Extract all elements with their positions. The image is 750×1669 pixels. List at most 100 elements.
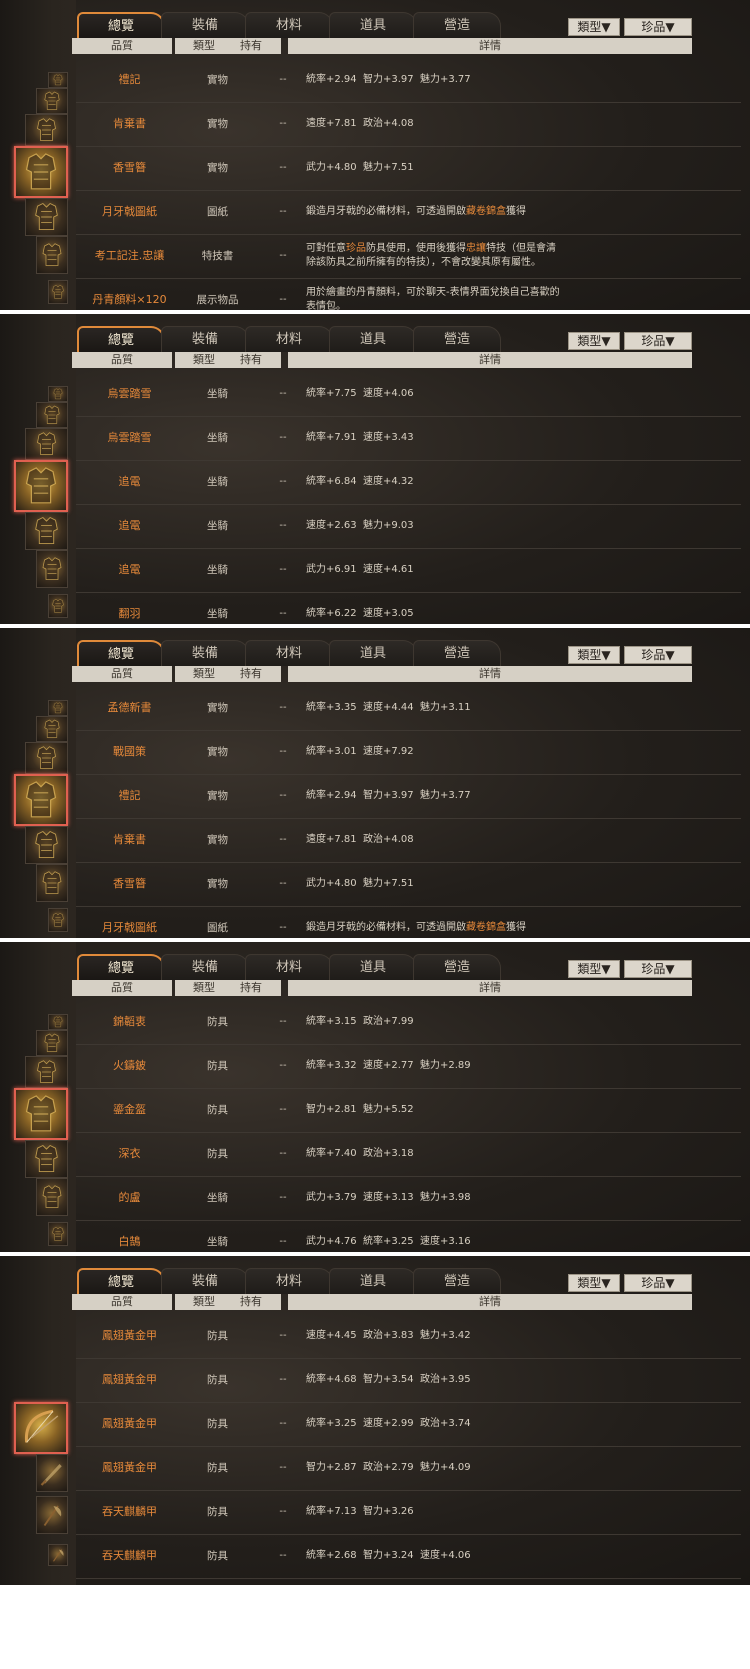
tab-materials[interactable]: 材料 [245, 954, 333, 980]
table-row[interactable]: 鳳翅黃金甲 防具 -- 統率+3.25 速度+2.99 政治+3.74 [76, 1401, 741, 1447]
table-row[interactable]: 禮記 實物 -- 統率+2.94 智力+3.97 魅力+3.77 [76, 57, 741, 103]
type-filter-dropdown[interactable]: 類型▼ [568, 18, 620, 36]
selected-item-thumbnail[interactable] [14, 1088, 68, 1140]
tab-items[interactable]: 道具 [329, 12, 417, 38]
item-thumbnail[interactable] [36, 550, 68, 588]
item-thumbnail[interactable] [25, 742, 68, 774]
item-thumbnail[interactable] [36, 236, 68, 274]
rarity-filter-dropdown[interactable]: 珍品▼ [624, 960, 692, 978]
tab-items[interactable]: 道具 [329, 954, 417, 980]
table-row[interactable]: 的盧 坐騎 -- 武力+3.79 速度+3.13 魅力+3.98 [76, 1175, 741, 1221]
rarity-filter-dropdown[interactable]: 珍品▼ [624, 1274, 692, 1292]
table-row[interactable]: 錦韜衷 防具 -- 統率+3.15 政治+7.99 [76, 999, 741, 1045]
column-header-quality[interactable]: 品質 [72, 980, 172, 996]
table-row[interactable]: 鳳翅黃金甲 防具 -- 智力+2.87 政治+2.79 魅力+4.09 [76, 1445, 741, 1491]
item-thumbnail[interactable] [48, 280, 68, 304]
tab-equipment[interactable]: 裝備 [161, 326, 249, 352]
table-row[interactable]: 鎏金盔 防具 -- 智力+2.81 魅力+5.52 [76, 1087, 741, 1133]
column-header-owned[interactable]: 持有 [221, 980, 281, 996]
item-thumbnail[interactable] [25, 1056, 68, 1088]
rarity-filter-dropdown[interactable]: 珍品▼ [624, 646, 692, 664]
column-header-quality[interactable]: 品質 [72, 352, 172, 368]
tab-materials[interactable]: 材料 [245, 640, 333, 666]
rarity-filter-dropdown[interactable]: 珍品▼ [624, 18, 692, 36]
column-header-quality[interactable]: 品質 [72, 38, 172, 54]
column-header-owned[interactable]: 持有 [221, 1294, 281, 1310]
type-filter-dropdown[interactable]: 類型▼ [568, 332, 620, 350]
item-thumbnail[interactable] [36, 88, 68, 114]
table-row[interactable]: 孟德新書 實物 -- 統率+3.35 速度+4.44 魅力+3.11 [76, 685, 741, 731]
rarity-filter-dropdown[interactable]: 珍品▼ [624, 332, 692, 350]
table-row[interactable]: 追電 坐騎 -- 統率+6.84 速度+4.32 [76, 459, 741, 505]
item-thumbnail[interactable] [36, 1030, 68, 1056]
tab-items[interactable]: 道具 [329, 326, 417, 352]
selected-item-thumbnail[interactable] [14, 146, 68, 198]
tab-equipment[interactable]: 裝備 [161, 1268, 249, 1294]
item-thumbnail[interactable] [36, 716, 68, 742]
tab-overview[interactable]: 總覽 [77, 640, 165, 666]
item-thumbnail[interactable] [48, 1014, 68, 1030]
item-thumbnail[interactable] [48, 594, 68, 618]
item-thumbnail[interactable] [48, 1544, 68, 1566]
column-header-quality[interactable]: 品質 [72, 1294, 172, 1310]
item-thumbnail[interactable] [25, 428, 68, 460]
item-thumbnail[interactable] [36, 1178, 68, 1216]
type-filter-dropdown[interactable]: 類型▼ [568, 960, 620, 978]
item-thumbnail[interactable] [25, 512, 68, 550]
table-row[interactable]: 鳳翅黃金甲 防具 -- 統率+4.68 智力+3.54 政治+3.95 [76, 1357, 741, 1403]
tab-construction[interactable]: 營造 [413, 954, 501, 980]
tab-overview[interactable]: 總覽 [77, 12, 165, 38]
tab-materials[interactable]: 材料 [245, 1268, 333, 1294]
column-header-owned[interactable]: 持有 [221, 352, 281, 368]
tab-items[interactable]: 道具 [329, 1268, 417, 1294]
item-thumbnail[interactable] [36, 1454, 68, 1492]
table-row[interactable]: 吞天麒麟甲 防具 -- 統率+2.68 智力+3.24 速度+4.06 [76, 1533, 741, 1579]
tab-overview[interactable]: 總覽 [77, 326, 165, 352]
tab-overview[interactable]: 總覽 [77, 954, 165, 980]
tab-equipment[interactable]: 裝備 [161, 954, 249, 980]
tab-equipment[interactable]: 裝備 [161, 12, 249, 38]
item-thumbnail[interactable] [48, 72, 68, 88]
table-row[interactable]: 烏雲踏雪 坐騎 -- 統率+7.75 速度+4.06 [76, 371, 741, 417]
table-row[interactable]: 肯棄書 實物 -- 遠度+7.81 政治+4.08 [76, 817, 741, 863]
table-row[interactable]: 香雪簪 實物 -- 武力+4.80 魅力+7.51 [76, 861, 741, 907]
table-row[interactable]: 鳳翅黃金甲 防具 -- 速度+4.45 政治+3.83 魅力+3.42 [76, 1313, 741, 1359]
selected-item-thumbnail[interactable] [14, 774, 68, 826]
table-row[interactable]: 月牙戟圖紙 圖紙 -- 鍛造月牙戟的必備材料，可透過開啟藏卷錦盒獲得 [76, 189, 741, 235]
tab-construction[interactable]: 營造 [413, 12, 501, 38]
column-header-owned[interactable]: 持有 [221, 666, 281, 682]
table-row[interactable]: 香雪簪 實物 -- 武力+4.80 魅力+7.51 [76, 145, 741, 191]
item-thumbnail[interactable] [36, 1496, 68, 1534]
tab-equipment[interactable]: 裝備 [161, 640, 249, 666]
tab-construction[interactable]: 營造 [413, 1268, 501, 1294]
table-row[interactable]: 考工記注.忠讓 特技書 -- 可對任意珍品防具使用，使用後獲得忠讓特技（但是會清 除該防… [76, 233, 741, 279]
table-row[interactable]: 禮記 實物 -- 統率+2.94 智力+3.97 魅力+3.77 [76, 773, 741, 819]
item-thumbnail[interactable] [48, 700, 68, 716]
selected-item-thumbnail[interactable] [14, 460, 68, 512]
column-header-quality[interactable]: 品質 [72, 666, 172, 682]
table-row[interactable]: 戰國策 實物 -- 統率+3.01 速度+7.92 [76, 729, 741, 775]
selected-item-thumbnail[interactable] [14, 1402, 68, 1454]
tab-materials[interactable]: 材料 [245, 326, 333, 352]
type-filter-dropdown[interactable]: 類型▼ [568, 1274, 620, 1292]
item-thumbnail[interactable] [25, 826, 68, 864]
tab-materials[interactable]: 材料 [245, 12, 333, 38]
table-row[interactable]: 深衣 防具 -- 統率+7.40 政治+3.18 [76, 1131, 741, 1177]
tab-items[interactable]: 道具 [329, 640, 417, 666]
table-row[interactable]: 烏雲踏雪 坐騎 -- 統率+7.91 速度+3.43 [76, 415, 741, 461]
table-row[interactable]: 追電 坐騎 -- 武力+6.91 速度+4.61 [76, 547, 741, 593]
table-row[interactable]: 追電 坐騎 -- 速度+2.63 魅力+9.03 [76, 503, 741, 549]
table-row[interactable]: 肯棄書 實物 -- 遠度+7.81 政治+4.08 [76, 101, 741, 147]
table-row[interactable]: 火鑄鈹 防具 -- 統率+3.32 速度+2.77 魅力+2.89 [76, 1043, 741, 1089]
item-thumbnail[interactable] [36, 864, 68, 902]
tab-construction[interactable]: 營造 [413, 326, 501, 352]
tab-construction[interactable]: 營造 [413, 640, 501, 666]
tab-overview[interactable]: 總覽 [77, 1268, 165, 1294]
item-thumbnail[interactable] [25, 1140, 68, 1178]
item-thumbnail[interactable] [36, 402, 68, 428]
type-filter-dropdown[interactable]: 類型▼ [568, 646, 620, 664]
item-thumbnail[interactable] [25, 198, 68, 236]
item-thumbnail[interactable] [48, 908, 68, 932]
item-thumbnail[interactable] [48, 386, 68, 402]
column-header-owned[interactable]: 持有 [221, 38, 281, 54]
